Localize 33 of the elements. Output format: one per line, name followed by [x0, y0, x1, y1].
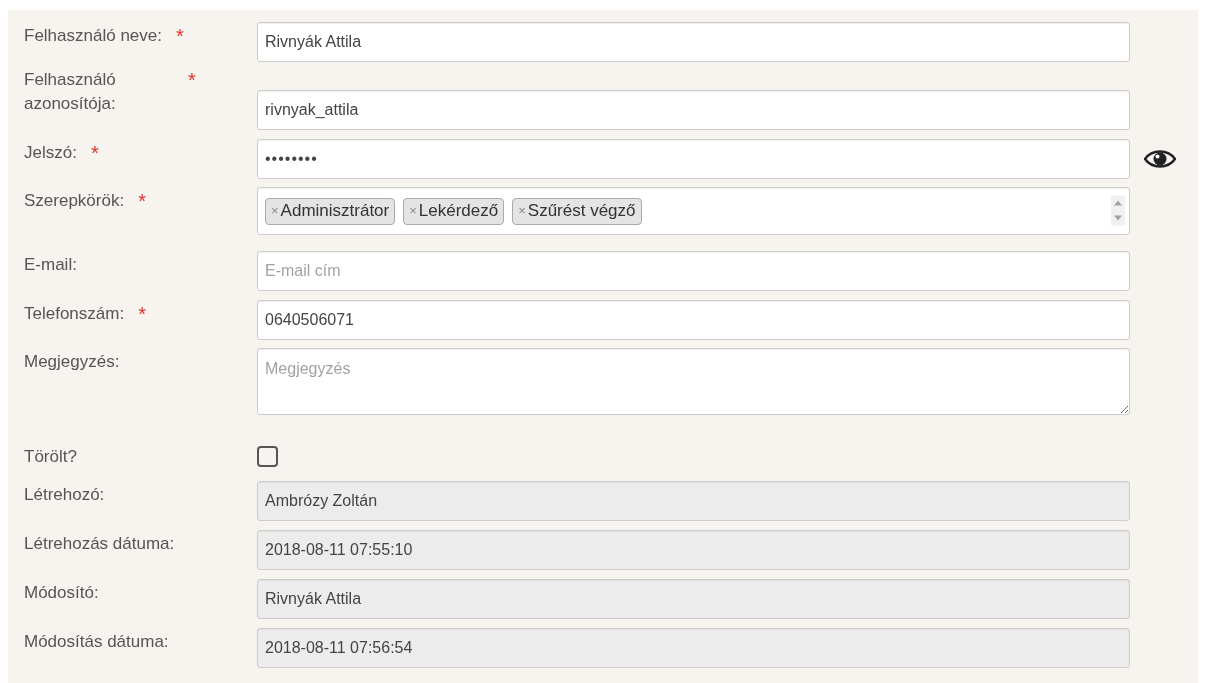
input-field[interactable]: Rivnyák Attila [257, 579, 1130, 619]
input-field[interactable]: 0640506071 [257, 300, 1130, 340]
required-marker: * [188, 68, 196, 92]
required-marker: * [138, 189, 146, 213]
checkbox[interactable] [257, 446, 278, 467]
field-label: Törölt? [24, 446, 77, 468]
field-label: Felhasználó neve: [24, 25, 162, 47]
input-field[interactable]: 2018-08-11 07:56:54 [257, 628, 1130, 668]
input-field[interactable]: rivnyak_attila [257, 90, 1130, 130]
required-marker: * [90, 141, 99, 165]
eye-icon[interactable] [1144, 148, 1176, 170]
field-label: Létrehozás dátuma: [24, 533, 175, 555]
field-label: Jelszó: [24, 142, 77, 164]
input-field[interactable]: Ambrózy Zoltán [257, 481, 1130, 521]
field-label: Megjegyzés: [24, 351, 120, 373]
field-label: Szerepkörök: [24, 190, 125, 212]
tag-chip[interactable]: ×Szűrést végző [512, 197, 642, 225]
required-marker: * [138, 302, 146, 326]
field-label: Módosító: [24, 582, 99, 604]
tag-chip[interactable]: ×Adminisztrátor [265, 197, 396, 225]
field-label: Telefonszám: [24, 303, 125, 325]
input-field[interactable]: 2018-08-11 07:55:10 [257, 530, 1130, 570]
field-label: Létrehozó: [24, 484, 105, 506]
field-label: Módosítás dátuma: [24, 631, 169, 653]
input-field[interactable]: Rivnyák Attila [257, 22, 1130, 62]
field-label: E-mail: [24, 254, 77, 276]
input-field[interactable]: E-mail cím [257, 251, 1130, 291]
text-area[interactable]: Megjegyzés [257, 348, 1130, 415]
tag-select-field[interactable]: ×Adminisztrátor ×Lekérdező ×Szűrést végző [257, 187, 1130, 235]
tag-chip[interactable]: ×Lekérdező [403, 197, 505, 225]
field-label: Felhasználó azonosítója: [24, 69, 117, 115]
password-field[interactable]: •••••••• [257, 139, 1130, 179]
required-marker: * [176, 24, 184, 48]
